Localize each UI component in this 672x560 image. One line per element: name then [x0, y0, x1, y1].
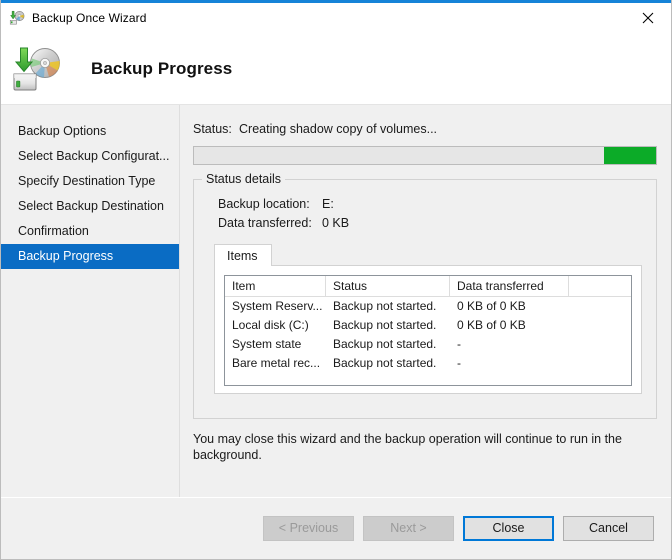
title-bar: Backup Once Wizard [1, 3, 671, 33]
items-table[interactable]: Item Status Data transferred System Rese… [224, 275, 632, 386]
status-details-group: Status details Backup location: E: Data … [193, 172, 657, 419]
sidebar-item-select-backup-destination[interactable]: Select Backup Destination [1, 194, 179, 219]
cell-status: Backup not started. [333, 356, 437, 370]
column-header-extra[interactable] [569, 276, 631, 296]
data-transferred-value: 0 KB [322, 216, 350, 230]
wizard-header: Backup Progress [1, 33, 671, 105]
status-row: Status: Creating shadow copy of volumes.… [193, 122, 671, 136]
wizard-note: You may close this wizard and the backup… [193, 432, 622, 462]
tab-items[interactable]: Items [214, 244, 272, 266]
wizard-body: Backup Options Select Backup Configurat.… [1, 105, 671, 497]
window-title: Backup Once Wizard [32, 11, 147, 25]
cell-item: Local disk (C:) [232, 318, 309, 332]
close-icon[interactable] [625, 3, 671, 32]
wizard-steps-sidebar: Backup Options Select Backup Configurat.… [1, 105, 180, 497]
status-value: Creating shadow copy of volumes... [239, 122, 438, 136]
page-title: Backup Progress [91, 58, 233, 78]
cell-status: Backup not started. [333, 337, 437, 351]
items-tab-panel: Item Status Data transferred System Rese… [214, 265, 642, 394]
backup-disk-large-icon [11, 45, 65, 93]
tab-strip: Items [214, 243, 642, 266]
backup-progress-bar [193, 146, 657, 165]
column-header-data-transferred[interactable]: Data transferred [450, 276, 569, 296]
cell-item: System Reserv... [232, 299, 323, 313]
cell-status: Backup not started. [333, 299, 437, 313]
table-row[interactable]: Local disk (C:) Backup not started. 0 KB… [225, 316, 631, 335]
cancel-button[interactable]: Cancel [563, 516, 654, 541]
previous-button[interactable]: < Previous [263, 516, 354, 541]
backup-once-wizard-window: Backup Once Wizard Backup Progress Backu… [0, 0, 672, 560]
column-header-item[interactable]: Item [225, 276, 326, 296]
table-row[interactable]: System state Backup not started. - [225, 335, 631, 354]
cell-data-transferred: - [457, 337, 461, 351]
sidebar-item-backup-progress[interactable]: Backup Progress [1, 244, 179, 269]
table-row[interactable]: System Reserv... Backup not started. 0 K… [225, 297, 631, 316]
table-row[interactable]: Bare metal rec... Backup not started. - [225, 354, 631, 373]
status-details-legend: Status details [202, 172, 286, 186]
cell-status: Backup not started. [333, 318, 437, 332]
cell-data-transferred: 0 KB of 0 KB [457, 299, 526, 313]
close-button[interactable]: Close [463, 516, 554, 541]
cell-item: Bare metal rec... [232, 356, 321, 370]
cell-data-transferred: 0 KB of 0 KB [457, 318, 526, 332]
cell-extra [569, 316, 631, 335]
sidebar-item-specify-destination-type[interactable]: Specify Destination Type [1, 169, 179, 194]
cell-extra [569, 297, 631, 316]
backup-location-value: E: [322, 197, 334, 211]
data-transferred-row: Data transferred: 0 KB [218, 216, 656, 230]
column-header-status[interactable]: Status [326, 276, 450, 296]
wizard-content: Status: Creating shadow copy of volumes.… [180, 105, 671, 497]
sidebar-item-backup-options[interactable]: Backup Options [1, 119, 179, 144]
items-tab-control: Items Item Status Data transferred Syste… [214, 243, 642, 394]
status-label: Status: [193, 122, 232, 136]
wizard-footer: < Previous Next > Close Cancel [1, 497, 671, 559]
cell-item: System state [232, 337, 302, 351]
backup-disk-icon [9, 10, 25, 26]
next-button[interactable]: Next > [363, 516, 454, 541]
sidebar-item-select-backup-configuration[interactable]: Select Backup Configurat... [1, 144, 179, 169]
cell-extra [569, 335, 631, 354]
backup-location-row: Backup location: E: [218, 197, 656, 211]
progress-bar-chunk [604, 147, 656, 164]
table-header-row: Item Status Data transferred [225, 276, 631, 297]
cell-data-transferred: - [457, 356, 461, 370]
sidebar-item-confirmation[interactable]: Confirmation [1, 219, 179, 244]
cell-extra [569, 354, 631, 373]
data-transferred-label: Data transferred: [218, 216, 312, 230]
backup-location-label: Backup location: [218, 197, 310, 211]
